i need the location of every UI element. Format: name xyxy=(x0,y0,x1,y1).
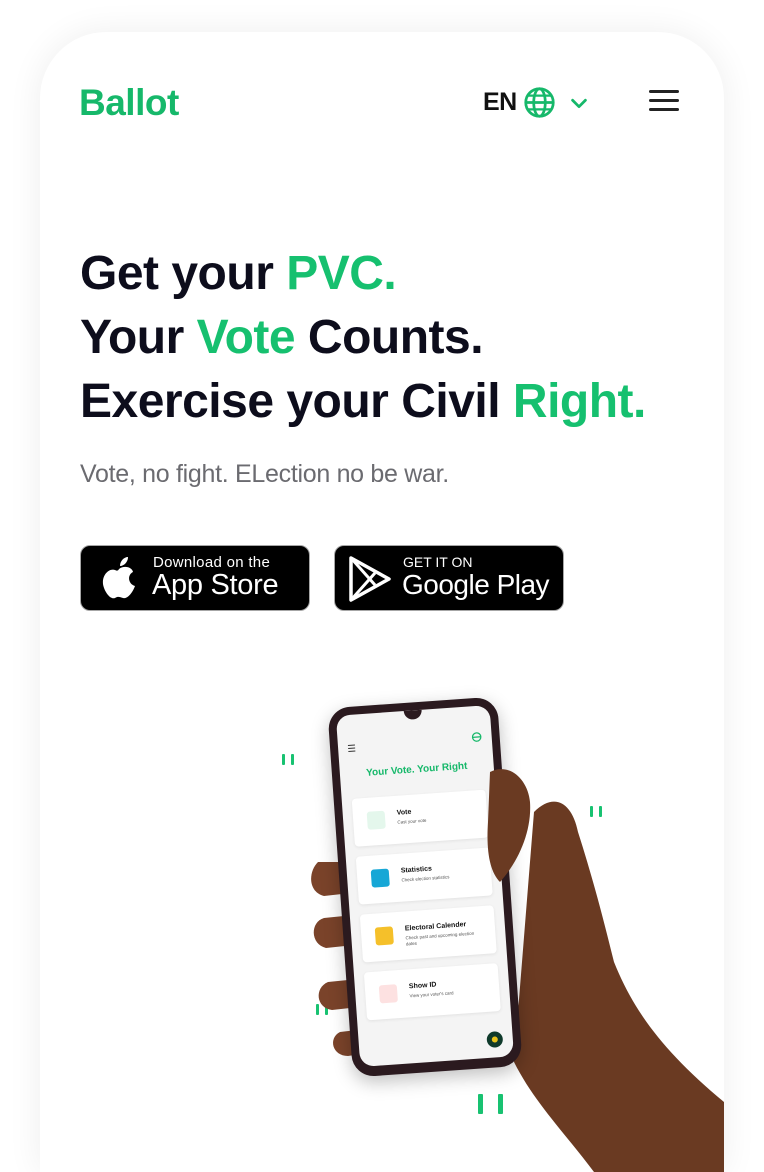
google-play-small-label: GET IT ON xyxy=(403,554,473,570)
calendar-icon xyxy=(374,926,394,946)
language-code: EN xyxy=(483,88,517,116)
language-selector[interactable]: EN xyxy=(483,86,590,119)
app-store-button[interactable]: Download on the App Store xyxy=(80,545,310,611)
phone-illustration: Your Vote. Your Right Vote Cast your vot… xyxy=(40,682,724,1172)
hero-line-1: Get your PVC. xyxy=(80,247,397,300)
ballot-box-icon xyxy=(366,810,386,830)
hamburger-menu-icon[interactable] xyxy=(649,90,679,114)
phone-menu-icon xyxy=(347,744,356,754)
brand-logo[interactable]: Ballot xyxy=(79,82,179,124)
phone-card-desc: Check past and upcoming election dates xyxy=(405,930,475,946)
hero-line-3: Exercise your Civil Right. xyxy=(80,375,646,428)
google-play-button[interactable]: GET IT ON Google Play xyxy=(334,545,564,611)
globe-icon xyxy=(524,87,555,118)
chevron-down-icon xyxy=(570,98,587,108)
hero-heading: Get your PVC. Your Vote Counts. Exercise… xyxy=(80,242,646,434)
phone-menu-card: Vote Cast your vote xyxy=(351,789,489,847)
play-store-icon xyxy=(349,556,391,602)
statistics-icon xyxy=(370,868,390,888)
phone-menu-card: Show ID View your voter's card xyxy=(363,963,501,1021)
apple-icon xyxy=(102,557,135,599)
hero-line-2: Your Vote Counts. xyxy=(80,311,484,364)
app-store-big-label: App Store xyxy=(152,569,279,601)
phone-globe-icon xyxy=(471,732,482,742)
phone-notch xyxy=(403,709,423,721)
landing-card: Ballot EN Get your PVC. Your Vote Counts… xyxy=(40,32,724,1172)
phone-card-title: Statistics xyxy=(400,865,433,875)
phone-card-title: Show ID xyxy=(408,981,437,991)
quote-mark-decoration xyxy=(282,754,294,765)
hand-thumb-image xyxy=(487,769,531,882)
phone-card-title: Vote xyxy=(396,808,412,817)
phone-location-fab-icon xyxy=(486,1030,504,1049)
google-play-big-label: Google Play xyxy=(402,569,550,600)
hero-subtitle: Vote, no fight. ELection no be war. xyxy=(80,460,449,488)
id-card-icon xyxy=(378,984,398,1004)
